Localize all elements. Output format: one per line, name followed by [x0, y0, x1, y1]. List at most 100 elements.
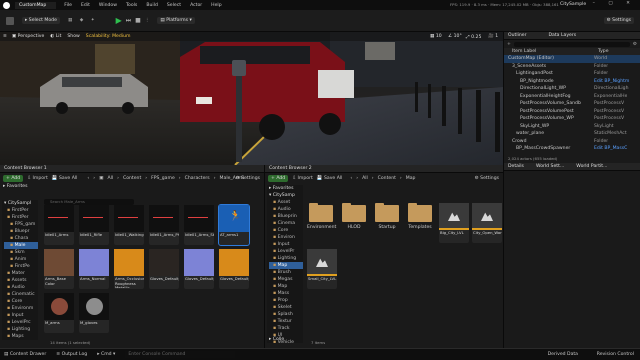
cb2-collections[interactable]: ▸ Colle — [269, 336, 284, 343]
outliner-row[interactable]: Crowd Folder — [504, 138, 640, 146]
stop-icon[interactable]: ■ — [135, 17, 141, 24]
cb1-tree-folder[interactable]: ▪ Environm — [4, 305, 38, 312]
revision-control-button[interactable]: Revision Control — [597, 352, 634, 357]
unreal-logo-icon[interactable] — [3, 1, 10, 9]
cb2-tree-folder[interactable]: ▪ Input — [269, 241, 303, 248]
cb2-add-button[interactable]: + Add — [268, 175, 289, 182]
cb1-tree-folder[interactable]: ▪ Input — [4, 312, 38, 319]
cb2-tree-folder[interactable]: ▪ Megas — [269, 276, 303, 283]
cb1-crumb[interactable]: FPS_game — [151, 176, 175, 181]
folder-tile[interactable]: HLOD — [340, 203, 368, 235]
scalability-warning[interactable]: Scalability: Medium — [86, 34, 131, 39]
outliner-row[interactable]: ExponentialHeightFog ExponentialHe — [504, 93, 640, 101]
menu-edit[interactable]: Edit — [81, 3, 90, 8]
asset-tile[interactable]: Arms_Occlusion Roughness Metallic — [114, 249, 144, 289]
asset-tile[interactable]: Arms_Normal — [79, 249, 109, 289]
cb2-nav-back-icon[interactable]: ‹ — [350, 176, 352, 181]
cb1-tree-folder[interactable]: ▪ Audio — [4, 284, 38, 291]
cb2-save-all-button[interactable]: 💾 Save All — [317, 176, 343, 181]
outliner-search-input[interactable] — [513, 41, 630, 47]
asset-tile[interactable]: Idle01_Arms — [44, 205, 74, 245]
tab-world-partition[interactable]: World Partit... — [576, 164, 607, 169]
folder-tile[interactable]: Startup — [373, 203, 401, 235]
menu-file[interactable]: File — [64, 3, 72, 8]
cb1-tree-folder[interactable]: ▪ Anim — [4, 256, 38, 263]
cb1-tree-folder[interactable]: ▪ Core — [4, 298, 38, 305]
asset-tile[interactable]: Idle01_Rifle — [79, 205, 109, 245]
window-controls[interactable]: – ▢ ✕ — [593, 1, 636, 6]
outliner-row[interactable]: LightingandPost Folder — [504, 70, 640, 78]
menu-help[interactable]: Help — [211, 3, 221, 8]
menu-build[interactable]: Build — [146, 3, 158, 8]
cb2-tree-folder[interactable]: ▪ Map — [269, 283, 303, 290]
cb1-crumb[interactable]: Characters — [185, 176, 210, 181]
cb1-tree-folder[interactable]: ▪ FirstPer — [4, 207, 38, 214]
asset-tile[interactable]: Gloves_Default_BaseColor — [149, 249, 179, 289]
cb2-tree-folder[interactable]: ▪ Splash — [269, 311, 303, 318]
grid-snap[interactable]: ▦ 10 — [430, 34, 442, 39]
outliner-row[interactable]: DirectionalLight_WP DirectionalLigh — [504, 85, 640, 93]
cb2-tree-folder[interactable]: ▪ Audio — [269, 206, 303, 213]
cb2-tree-folder[interactable]: ▪ Prop — [269, 297, 303, 304]
cb1-tree-folder[interactable]: ▪ Mater — [4, 270, 38, 277]
console-input[interactable]: Enter Console Command — [125, 351, 236, 358]
asset-tile[interactable]: Idle01_Walking — [114, 205, 144, 245]
col-item-label[interactable]: Item Label — [512, 49, 598, 54]
cb2-tree-folder[interactable]: ▪ Brush — [269, 269, 303, 276]
cb1-tree-folder[interactable]: ▪ LevelPrc — [4, 319, 38, 326]
outliner-row[interactable]: SkyLight_WP SkyLight — [504, 123, 640, 131]
cb1-tab-title[interactable]: Content Browser 1 — [4, 166, 47, 171]
menu-window[interactable]: Window — [99, 3, 117, 8]
cb1-tree-folder[interactable]: ▪ Lighting — [4, 326, 38, 333]
settings-button[interactable]: ⚙ Settings — [603, 17, 634, 24]
cb1-nav-back-icon[interactable]: ‹ — [87, 176, 89, 181]
outliner-row[interactable]: CustomMap (Editor) World — [504, 55, 640, 63]
more-options-icon[interactable]: ⋮ — [145, 18, 150, 23]
skip-icon[interactable]: ⏭ — [126, 17, 131, 25]
output-log-button[interactable]: ≡ Output Log — [56, 352, 87, 357]
cb1-tree-folder[interactable]: ▪ Cinematic — [4, 291, 38, 298]
col-type[interactable]: Type — [598, 49, 609, 54]
camera-speed[interactable]: 🎥 1 — [488, 34, 498, 39]
cb2-tree-root[interactable]: ▾ CitySamp — [269, 192, 303, 199]
tab-details[interactable]: Details — [508, 164, 524, 169]
cb2-crumb[interactable]: Content — [378, 176, 396, 181]
asset-tile[interactable]: Arms_Base Color — [44, 249, 74, 289]
cb1-tree-folder[interactable]: ▪ Maps — [4, 333, 38, 340]
cb2-tab-title[interactable]: Content Browser 2 — [269, 166, 312, 171]
map-asset-tile[interactable]: Big_City_LVL — [439, 203, 469, 243]
asset-tile[interactable]: Gloves_Default_Normal — [184, 249, 214, 289]
outliner-row[interactable]: water_plane StaticMeshAct — [504, 130, 640, 138]
folder-tile[interactable]: Environment — [307, 203, 336, 235]
map-asset-tile[interactable]: City_Open_World_Template — [472, 203, 502, 243]
cb1-tree-root[interactable]: ▾ CitySampl — [4, 200, 38, 207]
cb2-nav-forward-icon[interactable]: › — [356, 176, 358, 181]
outliner-row[interactable]: PostProcessVolumePost PostProcessV — [504, 108, 640, 116]
cb2-tree-folder[interactable]: ▪ Textur — [269, 318, 303, 325]
show-button[interactable]: Show — [67, 34, 79, 39]
select-mode-button[interactable]: ▸ Select Mode — [22, 17, 60, 24]
cb2-tree-folder[interactable]: ▪ Asset — [269, 199, 303, 206]
outliner-row[interactable]: BP_Nightmode Edit BP_Nightm — [504, 78, 640, 86]
cb1-tree-folder[interactable]: ▪ Chara — [4, 235, 38, 242]
cb1-tree-folder[interactable]: ▪ FirstPer — [4, 214, 38, 221]
cmd-button[interactable]: ▸ Cmd ▾ — [97, 352, 115, 357]
tab-outliner[interactable]: Outliner — [508, 33, 527, 38]
cb1-nav-forward-icon[interactable]: › — [93, 176, 95, 181]
cb1-tree-folder[interactable]: ▪ Assets — [4, 277, 38, 284]
lit-button[interactable]: ◐ Lit — [50, 34, 61, 39]
cb1-add-button[interactable]: + Add — [3, 175, 24, 182]
asset-tile[interactable]: M_arms — [44, 293, 74, 333]
cb1-crumb[interactable]: All — [107, 176, 113, 181]
outliner-row[interactable]: PostProcessVolume_Sandb PostProcessV — [504, 100, 640, 108]
level-viewport[interactable]: ≡ ▣ Perspective ◐ Lit Show Scalability: … — [0, 32, 503, 165]
folder-tile[interactable]: Templates — [406, 203, 434, 235]
cb1-tree-folder[interactable]: ▪ Bluepr — [4, 228, 38, 235]
outliner-row[interactable]: PostProcessVolume_WP PostProcessV — [504, 115, 640, 123]
cb2-settings-button[interactable]: ⚙ Settings — [475, 176, 499, 181]
save-icon[interactable] — [6, 16, 14, 25]
cb1-tree-folder[interactable]: ▪ Skm — [4, 249, 38, 256]
cb2-tree-folder[interactable]: ▪ Environ — [269, 234, 303, 241]
asset-tile[interactable]: M_gloves — [79, 293, 109, 333]
cb1-settings-button[interactable]: ⚙ Settings — [236, 176, 260, 181]
